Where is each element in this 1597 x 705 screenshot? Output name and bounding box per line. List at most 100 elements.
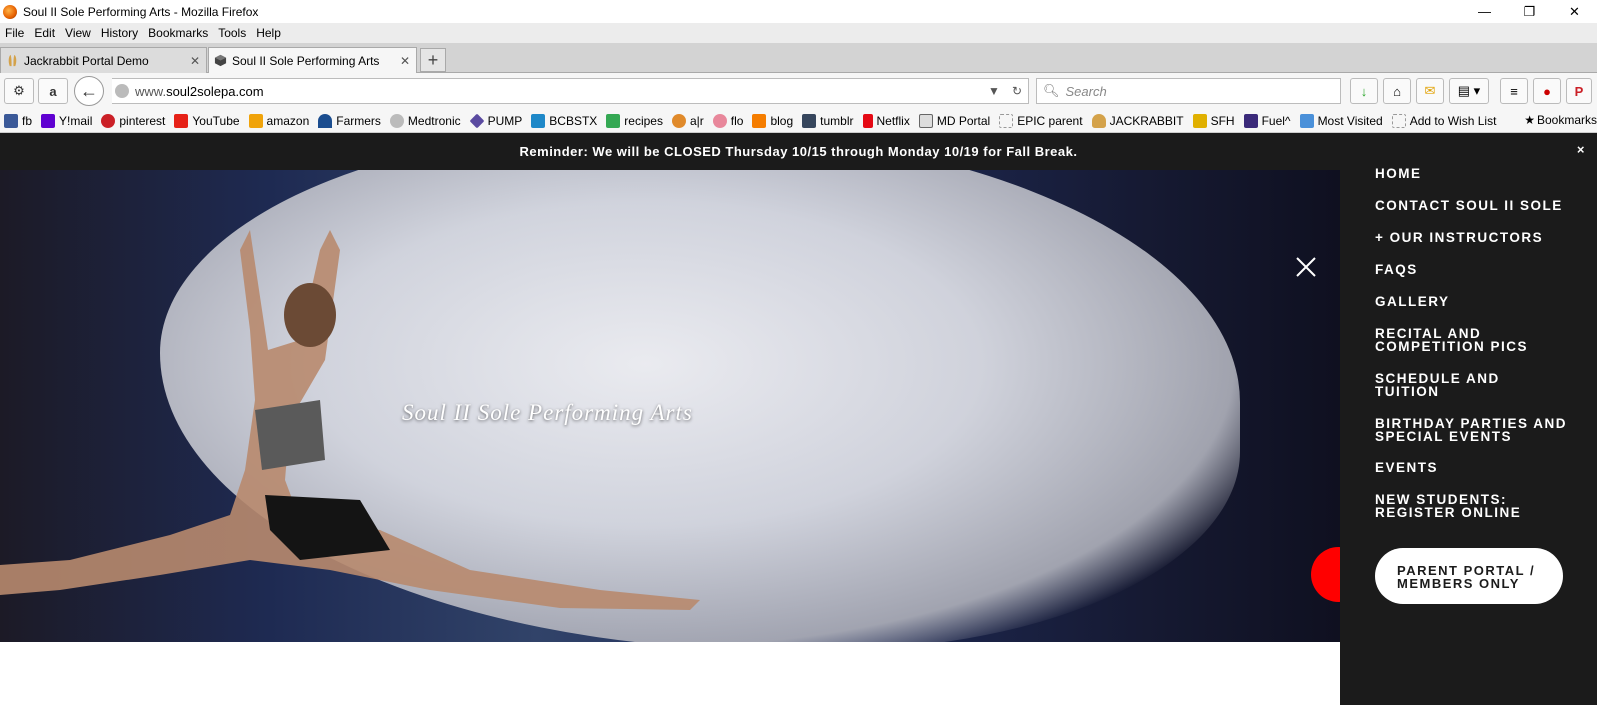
- nav-schedule-tuition[interactable]: SCHEDULE AND TUITION: [1375, 372, 1515, 399]
- announcement-banner: Reminder: We will be CLOSED Thursday 10/…: [0, 133, 1597, 170]
- menu-tools[interactable]: Tools: [213, 26, 251, 40]
- tab-jackrabbit-portal-demo[interactable]: Jackrabbit Portal Demo ✕: [0, 47, 207, 73]
- wishlist-icon: [1391, 113, 1406, 128]
- bookmark-sfh[interactable]: SFH: [1192, 113, 1235, 128]
- facebook-icon: [4, 113, 18, 128]
- home-icon[interactable]: ⌂: [1383, 78, 1411, 104]
- addon-icon[interactable]: ⚙: [4, 78, 34, 104]
- nav-faqs[interactable]: FAQS: [1375, 263, 1418, 277]
- menu-history[interactable]: History: [96, 26, 143, 40]
- bookmark-pinterest[interactable]: pinterest: [101, 113, 165, 128]
- dropdown-arrow-icon[interactable]: ▼: [988, 84, 1000, 98]
- bookmarks-menu-button[interactable]: ★ Bookmarks: [1524, 113, 1597, 127]
- url-bar[interactable]: www. soul2solepa.com ▼ ↻: [112, 78, 1029, 104]
- bookmark-ymail[interactable]: Y!mail: [41, 113, 92, 128]
- search-box[interactable]: 🔍︎ Search: [1036, 78, 1341, 104]
- recipes-icon: [606, 113, 621, 128]
- blogger-icon: [752, 113, 767, 128]
- back-arrow-icon[interactable]: ←: [74, 76, 104, 106]
- bookmark-blog[interactable]: blog: [752, 113, 793, 128]
- nav-instructors[interactable]: + OUR INSTRUCTORS: [1375, 231, 1543, 245]
- hero-image: Soul II Sole Performing Arts: [0, 170, 1340, 642]
- sfh-icon: [1192, 113, 1207, 128]
- menu-edit[interactable]: Edit: [29, 26, 60, 40]
- bcbs-icon: [531, 113, 546, 128]
- hamburger-menu-icon[interactable]: ≡: [1500, 78, 1528, 104]
- bookmark-farmers[interactable]: Farmers: [318, 113, 381, 128]
- nav-new-students[interactable]: NEW STUDENTS: REGISTER ONLINE: [1375, 493, 1545, 520]
- bookmark-youtube[interactable]: YouTube: [174, 113, 240, 128]
- flo-icon: [712, 113, 727, 128]
- parent-portal-button[interactable]: PARENT PORTAL / MEMBERS ONLY: [1375, 548, 1563, 604]
- clipboard-icon[interactable]: ▤ ▾: [1449, 78, 1489, 104]
- tab-close-icon[interactable]: ✕: [400, 54, 410, 68]
- side-navigation: HOME CONTACT SOUL II SOLE + OUR INSTRUCT…: [1340, 167, 1597, 705]
- tab-soul-ii-sole[interactable]: Soul II Sole Performing Arts ✕: [208, 47, 417, 73]
- banner-close-icon[interactable]: ×: [1577, 142, 1585, 157]
- netflix-icon: [862, 113, 873, 128]
- tab-close-icon[interactable]: ✕: [190, 54, 200, 68]
- window-titlebar: Soul II Sole Performing Arts - Mozilla F…: [0, 0, 1597, 23]
- yahoo-icon: [41, 113, 56, 128]
- bookmark-jackrabbit[interactable]: JACKRABBIT: [1091, 113, 1184, 128]
- banner-text: Reminder: We will be CLOSED Thursday 10/…: [519, 144, 1078, 159]
- nav-home[interactable]: HOME: [1375, 167, 1422, 181]
- tab-label: Soul II Sole Performing Arts: [232, 53, 380, 68]
- bookmark-flo[interactable]: flo: [712, 113, 743, 128]
- bookmark-medtronic[interactable]: Medtronic: [389, 113, 461, 128]
- bookmark-fuel[interactable]: Fuel^: [1243, 113, 1291, 128]
- amazon-icon: [248, 113, 263, 128]
- restore-button[interactable]: ❐: [1507, 0, 1552, 23]
- nav-gallery[interactable]: GALLERY: [1375, 295, 1450, 309]
- bookmark-md-portal[interactable]: MD Portal: [918, 113, 990, 128]
- globe-icon: [115, 84, 129, 98]
- medtronic-icon: [389, 113, 404, 128]
- bookmark-epic-parent[interactable]: EPIC parent: [999, 113, 1083, 128]
- bookmark-recipes[interactable]: recipes: [606, 113, 663, 128]
- search-placeholder: Search: [1065, 83, 1107, 99]
- farmers-icon: [318, 113, 333, 128]
- pinterest-icon: [101, 113, 116, 128]
- nav-recital-pics[interactable]: RECITAL AND COMPETITION PICS: [1375, 327, 1575, 354]
- nav-events[interactable]: EVENTS: [1375, 461, 1438, 475]
- bookmark-most-visited[interactable]: Most Visited: [1299, 113, 1383, 128]
- menu-help[interactable]: Help: [251, 26, 286, 40]
- notification-icon[interactable]: ✉: [1416, 78, 1444, 104]
- tab-strip: Jackrabbit Portal Demo ✕ Soul II Sole Pe…: [0, 43, 1597, 73]
- page-content: Reminder: We will be CLOSED Thursday 10/…: [0, 133, 1597, 705]
- md-portal-icon: [918, 113, 933, 128]
- bookmark-add-to-wish-list[interactable]: Add to Wish List: [1391, 113, 1496, 128]
- menu-file[interactable]: File: [0, 26, 29, 40]
- bookmark-bcbstx[interactable]: BCBSTX: [531, 113, 597, 128]
- close-window-button[interactable]: ✕: [1552, 0, 1597, 23]
- bookmarks-toolbar: fb Y!mail pinterest YouTube amazon Farme…: [0, 109, 1597, 133]
- search-icon: 🔍︎: [1043, 83, 1060, 98]
- reload-icon[interactable]: ↻: [1012, 84, 1022, 98]
- url-prefix: www.: [135, 83, 167, 99]
- menu-bookmarks[interactable]: Bookmarks: [143, 26, 213, 40]
- nav-birthday-parties[interactable]: BIRTHDAY PARTIES AND SPECIAL EVENTS: [1375, 417, 1580, 444]
- bookmark-pump[interactable]: PUMP: [469, 113, 522, 128]
- fuel-icon: [1243, 113, 1258, 128]
- pump-icon: [469, 113, 485, 128]
- bookmark-ar[interactable]: a|r: [671, 113, 704, 128]
- bookmark-netflix[interactable]: Netflix: [862, 113, 910, 128]
- bookmark-tumblr[interactable]: tumblr: [802, 113, 854, 128]
- hero-title: Soul II Sole Performing Arts: [402, 400, 693, 425]
- close-icon[interactable]: [1295, 256, 1317, 278]
- navigation-toolbar: ⚙ a ← www. soul2solepa.com ▼ ↻ 🔍︎ Search …: [0, 73, 1597, 109]
- download-icon[interactable]: ↓: [1350, 78, 1378, 104]
- jackrabbit-icon: [1091, 113, 1106, 128]
- nav-contact[interactable]: CONTACT SOUL II SOLE: [1375, 199, 1563, 213]
- star-icon: ★: [1524, 113, 1535, 127]
- window-controls: — ❐ ✕: [1462, 0, 1597, 23]
- bookmark-fb[interactable]: fb: [4, 113, 32, 128]
- new-tab-button[interactable]: +: [420, 48, 446, 72]
- menu-view[interactable]: View: [60, 26, 96, 40]
- page-cube-icon: [214, 54, 227, 67]
- ladybug-icon[interactable]: ●: [1533, 78, 1561, 104]
- minimize-button[interactable]: —: [1462, 0, 1507, 23]
- pinterest-icon[interactable]: P: [1566, 78, 1592, 104]
- bookmark-amazon[interactable]: amazon: [248, 113, 309, 128]
- amazon-icon[interactable]: a: [38, 78, 68, 104]
